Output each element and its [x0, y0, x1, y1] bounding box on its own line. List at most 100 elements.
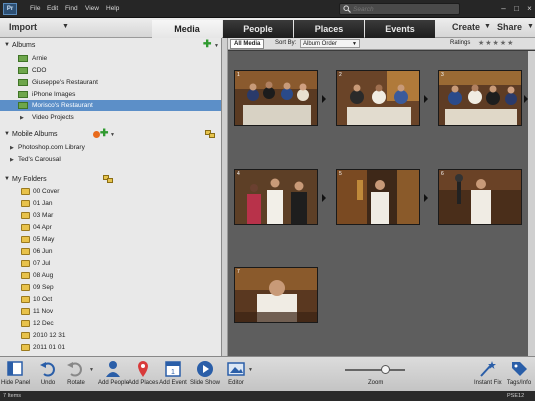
tab-places[interactable]: Places: [294, 20, 364, 38]
album-item-arnie[interactable]: Arnie: [0, 53, 221, 64]
album-item-giuseppes[interactable]: Giuseppe's Restaurant: [0, 77, 221, 88]
folder-item[interactable]: 11 Nov: [0, 306, 221, 317]
stack-expand-icon[interactable]: [322, 95, 326, 103]
mobile-albums-label: Mobile Albums: [12, 131, 58, 138]
sync-icon[interactable]: [205, 130, 215, 138]
photo-image: [235, 170, 317, 224]
thumbnail[interactable]: 3: [438, 70, 522, 126]
folder-item[interactable]: 10 Oct: [0, 294, 221, 305]
search-box[interactable]: [339, 3, 460, 15]
editor-button[interactable]: Editor: [223, 359, 249, 390]
thumbnail[interactable]: 2: [336, 70, 420, 126]
add-people-button[interactable]: Add People: [98, 359, 129, 390]
mobile-item-photoshop-library[interactable]: ▶ Photoshop.com Library: [0, 142, 221, 153]
all-media-button[interactable]: All Media: [230, 39, 265, 49]
thumbnail[interactable]: 6: [438, 169, 522, 225]
tags-info-button[interactable]: Tags/Info: [505, 359, 533, 390]
expand-triangle-icon[interactable]: ▶: [20, 115, 24, 121]
menu-find[interactable]: Find: [65, 5, 78, 12]
media-grid-scrollbar[interactable]: [528, 51, 535, 356]
undo-label: Undo: [40, 380, 56, 386]
undo-button[interactable]: Undo: [36, 359, 60, 390]
share-button[interactable]: Share: [497, 22, 522, 32]
menu-edit[interactable]: Edit: [47, 5, 58, 12]
tab-media[interactable]: Media: [152, 20, 222, 38]
album-item-iphone[interactable]: iPhone Images: [0, 89, 221, 100]
folder-item[interactable]: 12 Dec: [0, 318, 221, 329]
folder-item[interactable]: 06 Jun: [0, 246, 221, 257]
expand-triangle-icon[interactable]: ▶: [10, 157, 14, 163]
folder-icon: [21, 236, 30, 243]
thumbnail[interactable]: 7: [234, 267, 318, 323]
import-button[interactable]: Import: [9, 22, 37, 32]
instant-fix-label: Instant Fix: [474, 380, 502, 386]
folder-item[interactable]: 00 Cover: [0, 186, 221, 197]
maximize-icon[interactable]: □: [512, 4, 521, 13]
stack-expand-icon[interactable]: [424, 194, 428, 202]
menu-file[interactable]: File: [30, 5, 40, 12]
tab-events[interactable]: Events: [365, 20, 435, 38]
import-dropdown-icon[interactable]: ▼: [62, 23, 69, 30]
share-dropdown-icon[interactable]: ▼: [527, 23, 534, 30]
rotate-dropdown-icon[interactable]: ▼: [89, 367, 94, 373]
stack-expand-icon[interactable]: [322, 194, 326, 202]
rotate-icon: [67, 362, 82, 377]
close-icon[interactable]: ×: [525, 4, 534, 13]
folder-item[interactable]: 01 Jan: [0, 198, 221, 209]
menu-help[interactable]: Help: [106, 5, 119, 12]
zoom-slider-track[interactable]: [345, 369, 405, 371]
album-item-cdo[interactable]: CDO: [0, 65, 221, 76]
ratings-filter-stars[interactable]: ★★★★★: [478, 39, 514, 47]
rotate-label: Rotate: [67, 380, 85, 386]
folder-item[interactable]: 2010 12 31: [0, 330, 221, 341]
folder-view-toggle-icon[interactable]: [103, 175, 113, 183]
folder-item[interactable]: 07 Jul: [0, 258, 221, 269]
slide-show-button[interactable]: Slide Show: [190, 359, 220, 390]
create-dropdown-icon[interactable]: ▼: [484, 23, 491, 30]
search-input[interactable]: [353, 5, 457, 14]
thumbnail[interactable]: 5: [336, 169, 420, 225]
rotate-button[interactable]: Rotate: [63, 359, 89, 390]
albums-header[interactable]: ▼ Albums ✚ ▼: [0, 39, 221, 52]
folder-item[interactable]: 04 Apr: [0, 222, 221, 233]
stack-expand-icon[interactable]: [424, 95, 428, 103]
hide-panel-button[interactable]: Hide Panel: [1, 359, 30, 390]
mobile-menu-dropdown-icon[interactable]: ▼: [110, 132, 115, 138]
create-button[interactable]: Create: [452, 22, 480, 32]
add-album-icon[interactable]: ✚: [203, 39, 211, 50]
tab-people[interactable]: People: [223, 20, 293, 38]
minimize-icon[interactable]: –: [499, 4, 508, 13]
album-menu-dropdown-icon[interactable]: ▼: [214, 43, 219, 49]
left-panel: ▼ Albums ✚ ▼ Arnie CDO Giuseppe's Restau…: [0, 38, 222, 356]
collapse-triangle-icon[interactable]: ▼: [4, 176, 10, 182]
folder-icon: [21, 188, 30, 195]
expand-triangle-icon[interactable]: ▶: [10, 145, 14, 151]
add-places-button[interactable]: Add Places: [128, 359, 158, 390]
add-event-button[interactable]: 1 Add Event: [158, 359, 188, 390]
folder-item[interactable]: 05 May: [0, 234, 221, 245]
folder-item[interactable]: 09 Sep: [0, 282, 221, 293]
editor-dropdown-icon[interactable]: ▼: [248, 367, 253, 373]
album-group-video-projects[interactable]: ▶ Video Projects: [0, 112, 221, 123]
mobile-sync-status-icon: [93, 131, 100, 138]
add-mobile-album-icon[interactable]: ✚: [100, 128, 108, 139]
menu-view[interactable]: View: [85, 5, 99, 12]
sort-by-select[interactable]: Album Order ▼: [300, 39, 360, 48]
folder-item[interactable]: 08 Aug: [0, 270, 221, 281]
folder-item[interactable]: 03 Mar: [0, 210, 221, 221]
app-version: PSE12: [507, 393, 525, 399]
collapse-triangle-icon[interactable]: ▼: [4, 42, 10, 48]
thumbnail[interactable]: 1: [234, 70, 318, 126]
instant-fix-button[interactable]: Instant Fix: [474, 359, 502, 390]
collapse-triangle-icon[interactable]: ▼: [4, 131, 10, 137]
menu-bar: Pr File Edit Find View Help – □ ×: [0, 0, 535, 18]
album-item-moriscos[interactable]: Morisco's Restaurant: [0, 100, 221, 111]
thumbnail[interactable]: 4: [234, 169, 318, 225]
folder-item[interactable]: 2011 01 01: [0, 342, 221, 353]
mobile-item-teds-carousal[interactable]: ▶ Ted's Carousal: [0, 154, 221, 165]
my-folders-header[interactable]: ▼ My Folders: [0, 174, 221, 186]
folder-label: 05 May: [33, 236, 55, 243]
mobile-albums-header[interactable]: ▼ Mobile Albums ✚ ▼: [0, 128, 221, 141]
zoom-slider-handle[interactable]: [381, 365, 390, 374]
sort-by-label: Sort By:: [275, 40, 297, 46]
